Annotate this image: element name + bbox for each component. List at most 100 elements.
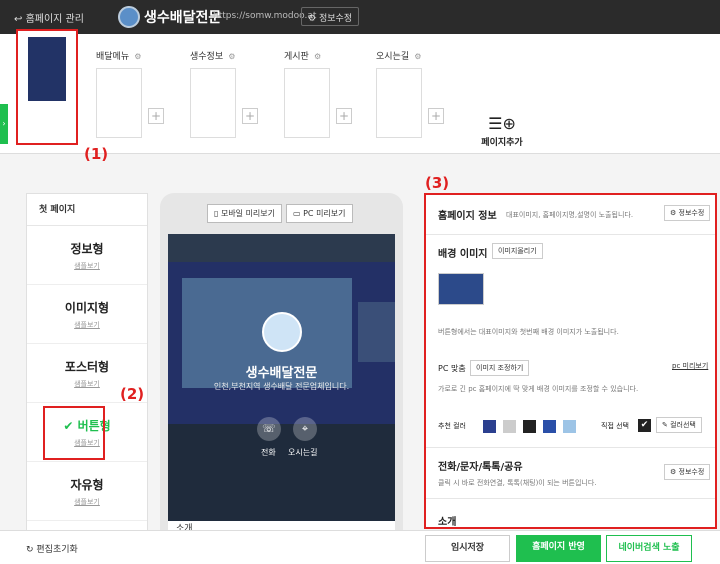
pc-preview-label: PC 미리보기 <box>303 209 346 218</box>
annotation-label-1: (1) <box>84 145 109 163</box>
background-thumbnail[interactable] <box>438 273 484 305</box>
settings-panel: 홈페이지 정보 대표이미지, 홈페이지명,설명이 노출됩니다. ⚙ 정보수정 배… <box>424 193 717 529</box>
selected-type-highlight <box>43 406 105 460</box>
add-page-plus[interactable]: + <box>242 108 258 124</box>
button-label: 컬러선택 <box>670 421 696 429</box>
site-name: 생수배달전문 <box>144 10 222 26</box>
location-pin-icon[interactable]: ⌖ <box>293 417 317 441</box>
page-thumbnail[interactable] <box>376 68 422 138</box>
upload-image-button[interactable]: 이미지올리기 <box>492 243 543 259</box>
page-name: 오시는길 <box>376 52 410 62</box>
sample-link[interactable]: 샘플보기 <box>27 320 147 330</box>
reset-edit-button[interactable]: ↻ 편집초기화 <box>26 542 78 555</box>
page-water-info[interactable]: 생수정보 ⚙ + <box>190 44 258 138</box>
pc-preview-link[interactable]: pc 미리보기 <box>672 361 708 371</box>
type-name: 자유형 <box>70 478 104 492</box>
button-label: 정보수정 <box>678 209 705 217</box>
pc-preview-button[interactable]: ▭ PC 미리보기 <box>286 204 353 223</box>
truck-window <box>358 302 395 362</box>
home-thumbnail-preview <box>28 37 66 101</box>
button-label: 이미지올리기 <box>498 247 537 255</box>
add-page-plus[interactable]: + <box>336 108 352 124</box>
background-bottom <box>168 424 395 533</box>
page-name: 배달메뉴 <box>96 52 130 62</box>
gear-icon[interactable]: ⚙ <box>414 52 421 61</box>
contact-edit-button[interactable]: ⚙ 정보수정 <box>664 464 711 480</box>
type-name: 정보형 <box>70 242 104 256</box>
directions-label: 오시는길 <box>288 448 318 457</box>
button-label: 이미지 조정하기 <box>476 364 524 372</box>
homepage-info-section: 홈페이지 정보 대표이미지, 홈페이지명,설명이 노출됩니다. ⚙ 정보수정 <box>426 205 715 235</box>
section-title: 홈페이지 정보 <box>438 211 497 222</box>
type-image[interactable]: 이미지형 샘플보기 <box>27 285 147 344</box>
first-page-type-panel: 첫 페이지 정보형 샘플보기 이미지형 샘플보기 포스터형 샘플보기 ✔ 버튼형… <box>26 193 148 533</box>
page-name: 생수정보 <box>190 52 224 62</box>
page-thumbnail[interactable] <box>284 68 330 138</box>
color-swatch[interactable] <box>483 420 496 433</box>
add-page-plus[interactable]: + <box>148 108 164 124</box>
direct-select-checkbox[interactable]: ✔ <box>638 419 651 432</box>
add-page-icon: ☰⊕ <box>488 114 516 133</box>
direct-select-label: 직접 선택 <box>601 422 629 430</box>
annotation-label-2: (2) <box>120 385 145 403</box>
back-label: 홈페이지 관리 <box>25 14 84 25</box>
preview-description: 인천,부천지역 생수배달 전문업체입니다. <box>213 382 350 391</box>
page-directions[interactable]: 오시는길 ⚙ + <box>376 44 444 138</box>
button-label: 정보수정 <box>678 468 705 476</box>
sample-link[interactable]: 샘플보기 <box>27 261 147 271</box>
gear-icon[interactable]: ⚙ <box>134 52 141 61</box>
color-swatch[interactable] <box>563 420 576 433</box>
section-title: 전화/문자/톡톡/공유 <box>438 462 523 473</box>
section-desc: 대표이미지, 홈페이지명,설명이 노출됩니다. <box>506 211 634 219</box>
panel-header: 첫 페이지 <box>27 194 147 226</box>
page-thumbnail[interactable] <box>190 68 236 138</box>
type-info[interactable]: 정보형 샘플보기 <box>27 226 147 285</box>
footer-bar: ↻ 편집초기화 임시저장 홈페이지 반영 네이버검색 노출 <box>0 530 720 564</box>
page-board[interactable]: 게시판 ⚙ + <box>284 44 352 138</box>
contact-desc: 클릭 시 바로 전화연결, 톡톡(채팅)이 되는 버튼입니다. <box>438 479 597 487</box>
add-page-plus[interactable]: + <box>428 108 444 124</box>
recommended-color-label: 추천 컬러 <box>438 422 466 430</box>
phone-icon[interactable]: ☏ <box>257 417 281 441</box>
color-swatch[interactable] <box>523 420 536 433</box>
naver-search-button[interactable]: 네이버검색 노출 <box>606 535 692 562</box>
preview-screen: 생수배달전문 인천,부천지역 생수배달 전문업체입니다. ☏ 전화 ⌖ 오시는길… <box>168 234 395 533</box>
info-edit-button[interactable]: ⚙ 정보수정 <box>664 205 711 221</box>
strip-toggle-tab[interactable]: › <box>0 104 8 144</box>
top-bar: ↩ 홈페이지 관리 생수배달전문 https://somw.modoo.at ⚙… <box>0 0 720 34</box>
publish-button[interactable]: 홈페이지 반영 <box>516 535 601 562</box>
annotation-label-3: (3) <box>425 174 450 192</box>
reset-label: 편집초기화 <box>36 545 78 555</box>
color-swatch[interactable] <box>543 420 556 433</box>
contact-section: 전화/문자/톡톡/공유 ⚙ 정보수정 클릭 시 바로 전화연결, 톡톡(채팅)이… <box>426 447 715 499</box>
page-thumbnail[interactable] <box>96 68 142 138</box>
mobile-preview-button[interactable]: ▯ 모바일 미리보기 <box>207 204 283 223</box>
page-strip: › 홈 ⚙ 배달메뉴 ⚙ + 생수정보 ⚙ + 게시판 ⚙ + 오시는길 ⚙ +… <box>0 34 720 154</box>
pc-fit-desc: 가로로 긴 pc 홈페이지에 딱 맞게 배경 이미지를 조정할 수 있습니다. <box>438 385 639 393</box>
color-swatch[interactable] <box>503 420 516 433</box>
page-name: 게시판 <box>284 52 309 62</box>
page-delivery-menu[interactable]: 배달메뉴 ⚙ + <box>96 44 164 138</box>
info-edit-button[interactable]: ⚙ 정보수정 <box>301 7 360 26</box>
color-pick-button[interactable]: ✎ 컬러선택 <box>656 417 702 433</box>
back-to-admin-link[interactable]: ↩ 홈페이지 관리 <box>14 10 84 25</box>
gear-icon[interactable]: ⚙ <box>228 52 235 61</box>
home-page-thumbnail[interactable] <box>16 29 78 145</box>
adjust-image-button[interactable]: 이미지 조정하기 <box>470 360 530 376</box>
type-name: 포스터형 <box>64 360 110 374</box>
type-free[interactable]: 자유형 샘플보기 <box>27 462 147 521</box>
type-name: 이미지형 <box>64 301 110 315</box>
add-page-button[interactable]: ☰⊕ 페이지추가 <box>472 114 532 148</box>
phone-preview: ▯ 모바일 미리보기 ▭ PC 미리보기 생수배달전문 인천,부천지역 생수배달… <box>160 193 403 533</box>
section-title: 배경 이미지 <box>438 249 488 260</box>
bg-desc: 버튼형에서는 대표이미지와 첫번째 배경 이미지가 노출됩니다. <box>438 328 619 336</box>
profile-image <box>262 312 302 352</box>
sogae-title: 소개 <box>438 517 457 528</box>
gear-icon[interactable]: ⚙ <box>314 52 321 61</box>
preview-title: 생수배달전문 <box>245 366 318 381</box>
temp-save-button[interactable]: 임시저장 <box>425 535 510 562</box>
mobile-preview-label: 모바일 미리보기 <box>220 209 276 218</box>
site-logo <box>118 6 140 28</box>
pc-fit-label: PC 맞춤 <box>438 364 466 373</box>
sample-link[interactable]: 샘플보기 <box>27 497 147 507</box>
